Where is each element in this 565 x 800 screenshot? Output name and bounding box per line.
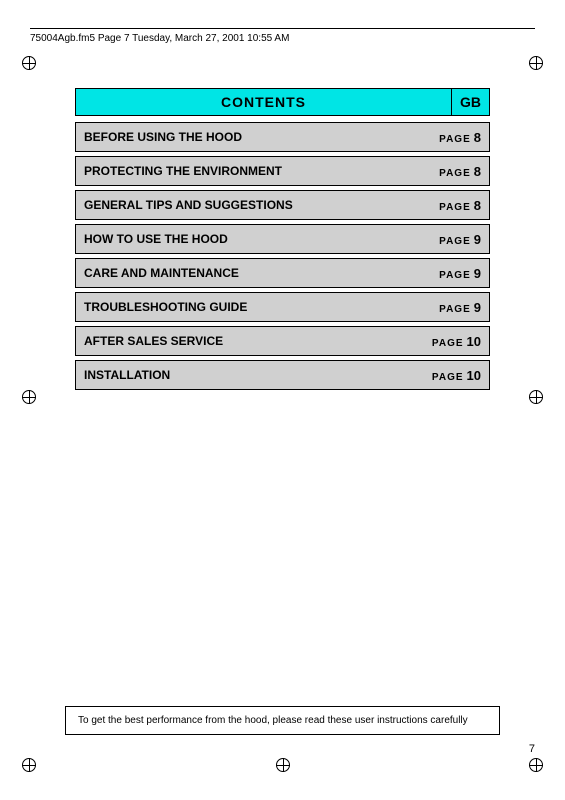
contents-gb-label: GB: [451, 89, 489, 115]
toc-item-page: PAGE8: [439, 130, 481, 145]
toc-item-title: CARE AND MAINTENANCE: [84, 266, 239, 280]
toc-item: CARE AND MAINTENANCE PAGE9: [75, 258, 490, 288]
toc-item: HOW TO USE THE HOOD PAGE9: [75, 224, 490, 254]
toc-item: AFTER SALES SERVICE PAGE10: [75, 326, 490, 356]
toc-list: BEFORE USING THE HOODPAGE8PROTECTING THE…: [75, 122, 490, 390]
header-bar: 75004Agb.fm5 Page 7 Tuesday, March 27, 2…: [30, 28, 535, 44]
toc-item-title: TROUBLESHOOTING GUIDE: [84, 300, 247, 314]
toc-item-title: AFTER SALES SERVICE: [84, 334, 223, 348]
toc-item: TROUBLESHOOTING GUIDE PAGE9: [75, 292, 490, 322]
toc-item-title: HOW TO USE THE HOOD: [84, 232, 228, 246]
toc-item-page: PAGE10: [432, 334, 481, 349]
toc-item-title: PROTECTING THE ENVIRONMENT: [84, 164, 282, 178]
toc-item-page: PAGE9: [439, 300, 481, 315]
toc-item: INSTALLATION PAGE10: [75, 360, 490, 390]
page-number: 7: [529, 743, 535, 755]
toc-item-page: PAGE8: [439, 198, 481, 213]
cross-mark-mid-right: [529, 390, 543, 404]
bottom-note: To get the best performance from the hoo…: [65, 706, 500, 735]
toc-item-page: PAGE8: [439, 164, 481, 179]
cross-mark-bottom-center: [276, 758, 290, 772]
contents-title: CONTENTS: [76, 89, 451, 115]
toc-item-page: PAGE10: [432, 368, 481, 383]
toc-item: BEFORE USING THE HOOD PAGE8: [75, 122, 490, 152]
page-container: 75004Agb.fm5 Page 7 Tuesday, March 27, 2…: [0, 0, 565, 800]
toc-item: GENERAL TIPS AND SUGGESTIONS PAGE8: [75, 190, 490, 220]
toc-item-title: GENERAL TIPS AND SUGGESTIONS: [84, 198, 293, 212]
cross-mark-bottom-left: [22, 758, 36, 772]
toc-item-page: PAGE9: [439, 232, 481, 247]
header-filename: 75004Agb.fm5 Page 7 Tuesday, March 27, 2…: [30, 33, 289, 44]
cross-mark-top-left: [22, 56, 36, 70]
main-content: CONTENTS GB BEFORE USING THE HOODPAGE8PR…: [75, 88, 490, 394]
toc-item-page: PAGE9: [439, 266, 481, 281]
contents-header-row: CONTENTS GB: [75, 88, 490, 116]
toc-item-title: INSTALLATION: [84, 368, 170, 382]
cross-mark-mid-left: [22, 390, 36, 404]
toc-item: PROTECTING THE ENVIRONMENT PAGE8: [75, 156, 490, 186]
cross-mark-bottom-right: [529, 758, 543, 772]
cross-mark-top-right: [529, 56, 543, 70]
toc-item-title: BEFORE USING THE HOOD: [84, 130, 242, 144]
